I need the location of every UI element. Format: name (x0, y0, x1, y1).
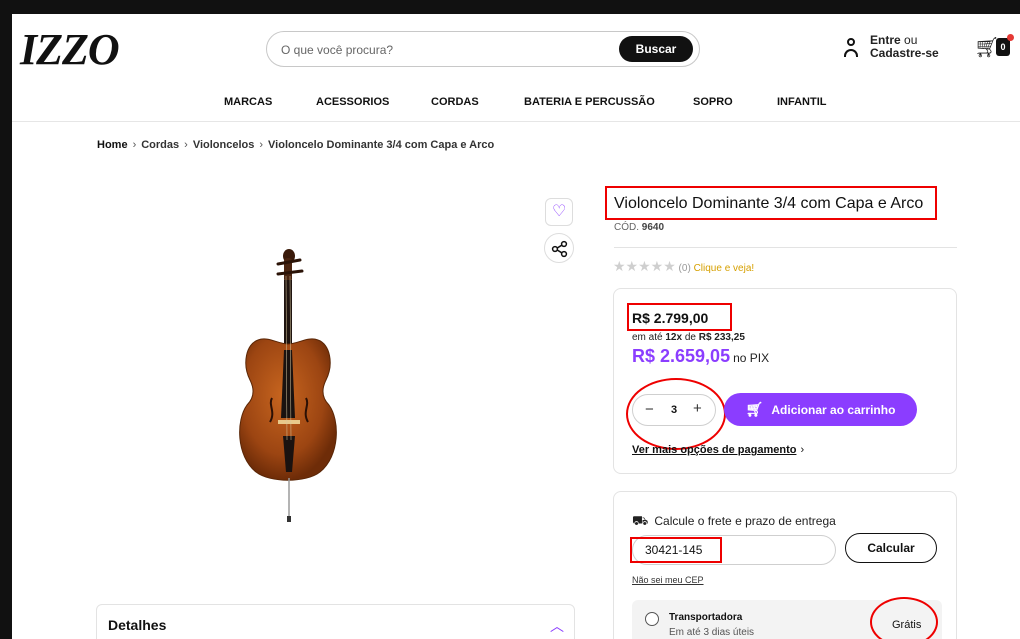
breadcrumb-separator-icon: › (259, 139, 264, 151)
product-code: CÓD. 9640 (614, 222, 664, 233)
pix-price: R$ 2.659,05 no PIX (632, 346, 769, 367)
breadcrumb: Home › Cordas › Violoncelos › Violoncelo Domin… (97, 139, 494, 151)
nav-item-infantil[interactable]: INFANTIL (777, 96, 827, 108)
installment-times: 12x (665, 332, 683, 343)
breadcrumb-current: Violoncelo Dominante 3/4 com Capa e Arco (268, 139, 495, 151)
calculate-shipping-button[interactable]: Calcular (845, 533, 937, 563)
product-code-value: 9640 (641, 222, 665, 233)
rating: ★★★★★ (0) Clique e veja! (613, 258, 754, 275)
nav-item-bateria[interactable]: BATERIA E PERCUSSÃO (524, 96, 655, 108)
search-button[interactable]: Buscar (619, 36, 693, 62)
pix-price-label: no PIX (733, 351, 770, 365)
payment-options-label: Ver mais opções de pagamento (632, 444, 797, 456)
breadcrumb-home[interactable]: Home (97, 139, 128, 151)
divider (614, 247, 957, 248)
share-button[interactable] (544, 233, 574, 263)
register-label: Cadastre-se (870, 46, 939, 60)
nav-item-acessorios[interactable]: ACESSORIOS (316, 96, 389, 108)
installment-mid: de (682, 332, 699, 343)
shipping-option-radio[interactable] (645, 612, 659, 626)
cart-button[interactable]: 🛒︎ 0 (974, 34, 1014, 62)
details-accordion[interactable]: Detalhes ︿ (96, 604, 575, 639)
nav-item-marcas[interactable]: MARCAS (224, 96, 272, 108)
share-icon (551, 240, 568, 258)
shipping-option-days: Em até 3 dias úteis (669, 627, 755, 638)
heart-icon: ♡ (552, 203, 567, 220)
chevron-up-icon: ︿ (550, 618, 564, 634)
login-label: Entre (870, 33, 901, 47)
pix-price-value: R$ 2.659,05 (632, 346, 731, 366)
site-logo[interactable]: IZZO (20, 24, 120, 75)
main-nav: MARCAS ACESSORIOS CORDAS BATERIA E PERCU… (12, 94, 1020, 114)
installment-prefix: em até (632, 332, 666, 343)
breadcrumb-separator-icon: › (132, 139, 137, 151)
product-title: Violoncelo Dominante 3/4 com Capa e Arco (614, 195, 924, 212)
breadcrumb-separator-icon: › (184, 139, 188, 151)
breadcrumb-cordas[interactable]: Cordas (141, 139, 179, 151)
shipping-title: ⛟ Calcule o frete e prazo de entrega (632, 513, 836, 531)
annotation-circle-quantity (626, 378, 726, 450)
nav-item-cordas[interactable]: CORDAS (431, 96, 479, 108)
search-bar: Buscar (266, 31, 700, 67)
account-text: Entre ou Cadastre-se (870, 34, 939, 60)
installment-value: R$ 233,25 (698, 332, 745, 343)
product-image[interactable] (210, 240, 350, 530)
chevron-right-icon: › (800, 444, 805, 456)
product-code-label: CÓD. (614, 222, 639, 233)
details-title: Detalhes (108, 617, 167, 633)
star-rating-icon: ★★★★★ (613, 258, 676, 274)
or-label: ou (900, 33, 918, 47)
truck-icon: ⛟ (632, 513, 649, 528)
search-input[interactable] (281, 40, 601, 60)
window-border-top (0, 0, 1020, 14)
annotation-circle-free (870, 597, 938, 639)
payment-options-link[interactable]: Ver mais opções de pagamento › (632, 444, 804, 456)
cart-notification-dot (1007, 34, 1014, 41)
favorite-button[interactable]: ♡ (545, 198, 573, 226)
annotation-box-cep (630, 537, 722, 563)
breadcrumb-violoncelos[interactable]: Violoncelos (193, 139, 255, 151)
window-border-left (0, 0, 12, 639)
user-icon (842, 38, 860, 58)
rating-count: (0) (678, 263, 691, 274)
site-header: IZZO Buscar Entre ou Cadastre-se 🛒︎ 0 MA… (12, 14, 1020, 122)
installment-info: em até 12x de R$ 233,25 (632, 332, 745, 343)
cart-count-badge: 0 (996, 38, 1010, 56)
dont-know-cep-link[interactable]: Não sei meu CEP (632, 575, 704, 585)
rating-link[interactable]: Clique e veja! (694, 263, 755, 274)
nav-item-sopro[interactable]: SOPRO (693, 96, 733, 108)
add-to-cart-label: Adicionar ao carrinho (771, 403, 896, 417)
add-to-cart-button[interactable]: 🛒︎ Adicionar ao carrinho (724, 393, 917, 426)
cart-icon: 🛒︎ (745, 401, 764, 417)
shipping-title-label: Calcule o frete e prazo de entrega (654, 514, 836, 528)
shipping-option-name: Transportadora (669, 612, 743, 623)
product-price: R$ 2.799,00 (632, 310, 709, 326)
